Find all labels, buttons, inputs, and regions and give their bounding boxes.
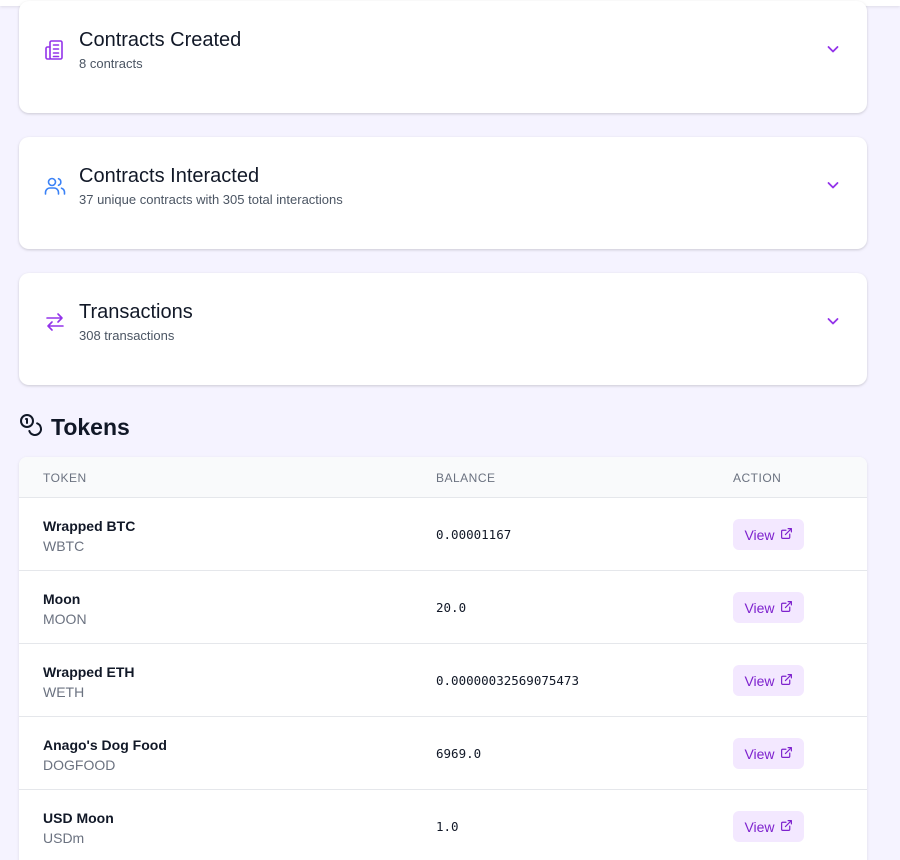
- chevron-down-icon[interactable]: [825, 41, 841, 57]
- contracts-created-section[interactable]: Contracts Created 8 contracts: [19, 1, 867, 113]
- token-symbol: USDm: [43, 830, 85, 846]
- column-header-balance: BALANCE: [436, 471, 496, 485]
- view-button[interactable]: View: [733, 811, 804, 842]
- view-button[interactable]: View: [733, 665, 804, 696]
- view-button[interactable]: View: [733, 592, 804, 623]
- external-link-icon: [780, 819, 793, 835]
- token-name: Wrapped ETH: [43, 664, 135, 680]
- section-title: Contracts Interacted: [79, 165, 260, 187]
- external-link-icon: [780, 600, 793, 616]
- external-link-icon: [780, 673, 793, 689]
- tokens-heading: Tokens: [19, 412, 130, 442]
- token-balance: 1.0: [436, 819, 459, 834]
- section-subtitle: 37 unique contracts with 305 total inter…: [79, 192, 343, 207]
- table-row: Moon MOON 20.0 View: [19, 571, 867, 644]
- table-row: Anago's Dog Food DOGFOOD 6969.0 View: [19, 717, 867, 790]
- view-label: View: [744, 526, 775, 543]
- token-balance: 0.00001167: [436, 527, 512, 542]
- token-balance: 20.0: [436, 600, 467, 615]
- section-subtitle: 308 transactions: [79, 328, 175, 343]
- transactions-section[interactable]: Transactions 308 transactions: [19, 273, 867, 385]
- table-header: TOKEN BALANCE ACTION: [19, 457, 867, 498]
- view-label: View: [744, 818, 775, 835]
- token-name: USD Moon: [43, 810, 114, 826]
- external-link-icon: [780, 527, 793, 543]
- token-symbol: WBTC: [43, 538, 85, 554]
- section-subtitle: 8 contracts: [79, 56, 143, 71]
- tokens-title: Tokens: [51, 413, 130, 440]
- token-symbol: WETH: [43, 684, 85, 700]
- token-symbol: DOGFOOD: [43, 757, 116, 773]
- table-row: Wrapped ETH WETH 0.00000032569075473 Vie…: [19, 644, 867, 717]
- chevron-down-icon[interactable]: [825, 177, 841, 193]
- view-label: View: [744, 599, 775, 616]
- token-balance: 0.00000032569075473: [436, 673, 579, 688]
- column-header-action: ACTION: [733, 471, 782, 485]
- section-title: Transactions: [79, 301, 193, 323]
- building-icon: [43, 38, 67, 62]
- table-row: USD Moon USDm 1.0 View: [19, 790, 867, 860]
- column-header-token: TOKEN: [43, 471, 87, 485]
- token-name: Wrapped BTC: [43, 518, 136, 534]
- token-symbol: MOON: [43, 611, 87, 627]
- token-name: Moon: [43, 591, 81, 607]
- chevron-down-icon[interactable]: [825, 313, 841, 329]
- tokens-table: TOKEN BALANCE ACTION Wrapped BTC WBTC 0.…: [19, 457, 867, 860]
- coins-icon: [19, 413, 43, 442]
- table-row: Wrapped BTC WBTC 0.00001167 View: [19, 498, 867, 571]
- view-label: View: [744, 745, 775, 762]
- view-button[interactable]: View: [733, 519, 804, 550]
- token-balance: 6969.0: [436, 746, 482, 761]
- section-title: Contracts Created: [79, 29, 242, 51]
- arrows-swap-icon: [43, 310, 67, 334]
- users-icon: [43, 174, 67, 198]
- view-label: View: [744, 672, 775, 689]
- contracts-interacted-section[interactable]: Contracts Interacted 37 unique contracts…: [19, 137, 867, 249]
- view-button[interactable]: View: [733, 738, 804, 769]
- token-name: Anago's Dog Food: [43, 737, 167, 753]
- external-link-icon: [780, 746, 793, 762]
